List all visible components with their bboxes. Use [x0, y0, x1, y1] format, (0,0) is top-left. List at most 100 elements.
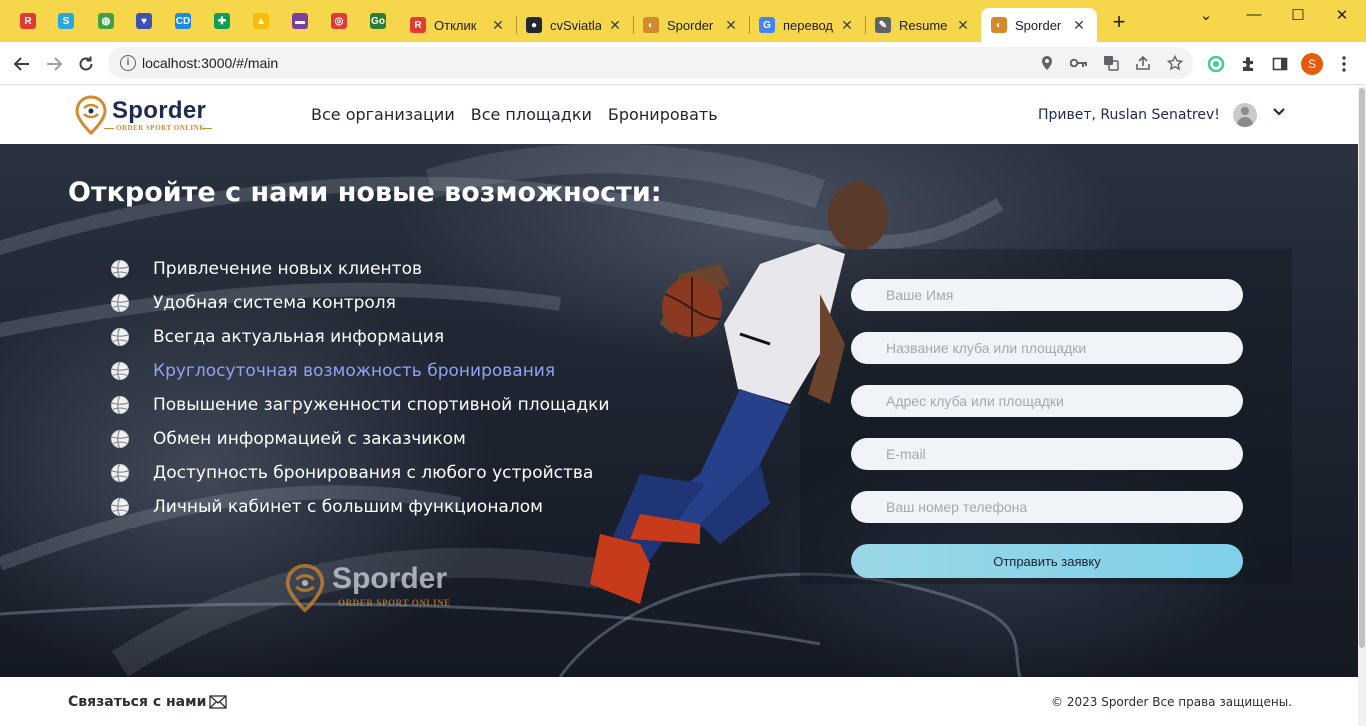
feature-list: Привлечение новых клиентов Удобная систем… [110, 252, 610, 524]
site-footer: Связаться с нами © 2023 Sporder Все прав… [0, 677, 1358, 726]
user-avatar-icon[interactable] [1233, 103, 1257, 127]
forward-button[interactable] [42, 52, 66, 76]
edit-icon: ✎ [875, 17, 891, 33]
user-menu-chevron-down-icon[interactable] [1271, 104, 1287, 120]
shield-icon: ♥ [136, 13, 152, 29]
tab-close-icon[interactable]: ✕ [1071, 17, 1087, 34]
location-pin-icon[interactable] [1038, 54, 1056, 72]
maximize-button[interactable]: ☐ [1284, 6, 1312, 26]
browser-tab[interactable]: R Отклик ✕ [400, 8, 516, 42]
side-panel-icon[interactable] [1270, 54, 1290, 74]
feature-text: Обмен информацией с заказчиком [153, 429, 466, 449]
submit-request-button[interactable]: Отправить заявку [851, 544, 1243, 578]
pinned-tab[interactable]: R [15, 8, 41, 34]
feature-item: Удобная система контроля [110, 286, 610, 320]
profile-avatar[interactable]: S [1301, 53, 1323, 75]
hero-watermark-logo: Sporder ORDER SPORT ONLINE [284, 562, 474, 614]
go-icon: Go [370, 13, 386, 29]
share-icon[interactable] [1134, 54, 1152, 72]
feature-item: Обмен информацией с заказчиком [110, 422, 610, 456]
hero-logo-pin-icon [285, 563, 325, 613]
mail-icon[interactable] [209, 695, 227, 709]
browser-tab[interactable]: ● cvSviatlan ✕ [516, 8, 633, 42]
sheets-icon: ✚ [214, 13, 230, 29]
nav-all-venues[interactable]: Все площадки [471, 105, 592, 124]
pinned-tab[interactable]: ◎ [326, 8, 352, 34]
logo-rule-right [202, 128, 212, 129]
site-header: Sporder ORDER SPORT ONLINE Все организац… [0, 86, 1358, 144]
browser-tab[interactable]: ◐ Sporder ✕ [981, 8, 1097, 42]
minimize-button[interactable]: — [1240, 6, 1268, 26]
site-logo[interactable]: Sporder ORDER SPORT ONLINE [74, 95, 224, 137]
browser-tab[interactable]: Gпереводч ✕ [749, 8, 865, 42]
back-arrow-icon [13, 57, 29, 71]
pinned-tab[interactable]: CD [170, 8, 196, 34]
new-tab-button[interactable]: + [1108, 11, 1130, 34]
tab-separator [633, 16, 634, 34]
name-input[interactable] [851, 279, 1243, 311]
tab-search-chevron-icon[interactable]: ⌄ [1192, 6, 1220, 26]
pinned-tab[interactable]: Go [365, 8, 391, 34]
hero-logo-tagline: ORDER SPORT ONLINE [338, 598, 451, 608]
tab-close-icon[interactable]: ✕ [955, 17, 971, 34]
tab-title: Отклик [434, 17, 477, 33]
browser-toolbar: i localhost:3000/#/main S [0, 42, 1366, 85]
back-button[interactable] [10, 52, 34, 76]
tab-separator [749, 16, 750, 34]
close-window-button[interactable]: ✕ [1328, 6, 1356, 26]
reload-icon [79, 56, 93, 71]
pinned-tab[interactable]: ✚ [209, 8, 235, 34]
hero-section: Откройте с нами новые возможности: Привл… [0, 144, 1358, 677]
address-bar[interactable]: i localhost:3000/#/main [108, 47, 1193, 79]
feature-item: Повышение загруженности спортивной площа… [110, 388, 610, 422]
feature-text: Доступность бронирования с любого устрой… [153, 463, 594, 483]
tab-close-icon[interactable]: ✕ [607, 17, 623, 34]
phone-input[interactable] [851, 491, 1243, 523]
pinned-tab[interactable]: ▲ [248, 8, 274, 34]
extension-green-icon[interactable] [1206, 54, 1226, 74]
extensions-puzzle-icon[interactable] [1238, 54, 1258, 74]
volleyball-icon [110, 293, 130, 313]
tab-close-icon[interactable]: ✕ [490, 17, 506, 34]
s-icon: S [58, 13, 74, 29]
browser-tab[interactable]: ✎ Resume ✕ [865, 8, 981, 42]
google-icon: G [759, 17, 775, 33]
translate-icon[interactable] [1102, 54, 1120, 72]
volleyball-icon [110, 361, 130, 381]
sporder-icon: ◐ [643, 17, 659, 33]
volleyball-icon [110, 327, 130, 347]
club-name-input[interactable] [851, 332, 1243, 364]
club-address-input[interactable] [851, 385, 1243, 417]
feature-text: Привлечение новых клиентов [153, 259, 422, 279]
contact-us-link[interactable]: Связаться с нами [68, 694, 206, 710]
tab-close-icon[interactable]: ✕ [839, 17, 855, 34]
nav-booking[interactable]: Бронировать [608, 105, 718, 124]
url-text[interactable]: localhost:3000/#/main [142, 55, 278, 71]
pinned-tab[interactable]: ◍ [93, 8, 119, 34]
browser-menu-icon[interactable] [1334, 54, 1354, 74]
feature-item: Доступность бронирования с любого устрой… [110, 456, 610, 490]
tab-separator [516, 16, 517, 34]
volleyball-icon [110, 463, 130, 483]
feature-text: Удобная система контроля [153, 293, 396, 313]
user-greeting[interactable]: Привет, Ruslan Senatrev! [1038, 107, 1220, 123]
site-info-icon[interactable]: i [120, 55, 136, 71]
page-scrollbar[interactable] [1358, 86, 1366, 726]
pinned-tab[interactable]: S [53, 8, 79, 34]
pinned-tab[interactable]: ♥ [131, 8, 157, 34]
r-icon: R [20, 13, 36, 29]
logo-pin-icon [75, 95, 107, 135]
bookmark-star-icon[interactable] [1166, 54, 1184, 72]
reload-button[interactable] [74, 52, 98, 76]
pinned-tab[interactable]: ▬ [287, 8, 313, 34]
nav-all-organizations[interactable]: Все организации [311, 105, 455, 124]
feature-text: Всегда актуальная информация [153, 327, 445, 347]
scrollbar-thumb[interactable] [1359, 88, 1365, 648]
browser-tab[interactable]: ◐ Sporder ✕ [633, 8, 749, 42]
drive-icon: ▲ [253, 13, 269, 29]
logo-rule-left [104, 128, 114, 129]
logo-wordmark: Sporder [112, 97, 207, 124]
key-icon[interactable] [1070, 54, 1088, 72]
tab-close-icon[interactable]: ✕ [723, 17, 739, 34]
email-input[interactable] [851, 438, 1243, 470]
